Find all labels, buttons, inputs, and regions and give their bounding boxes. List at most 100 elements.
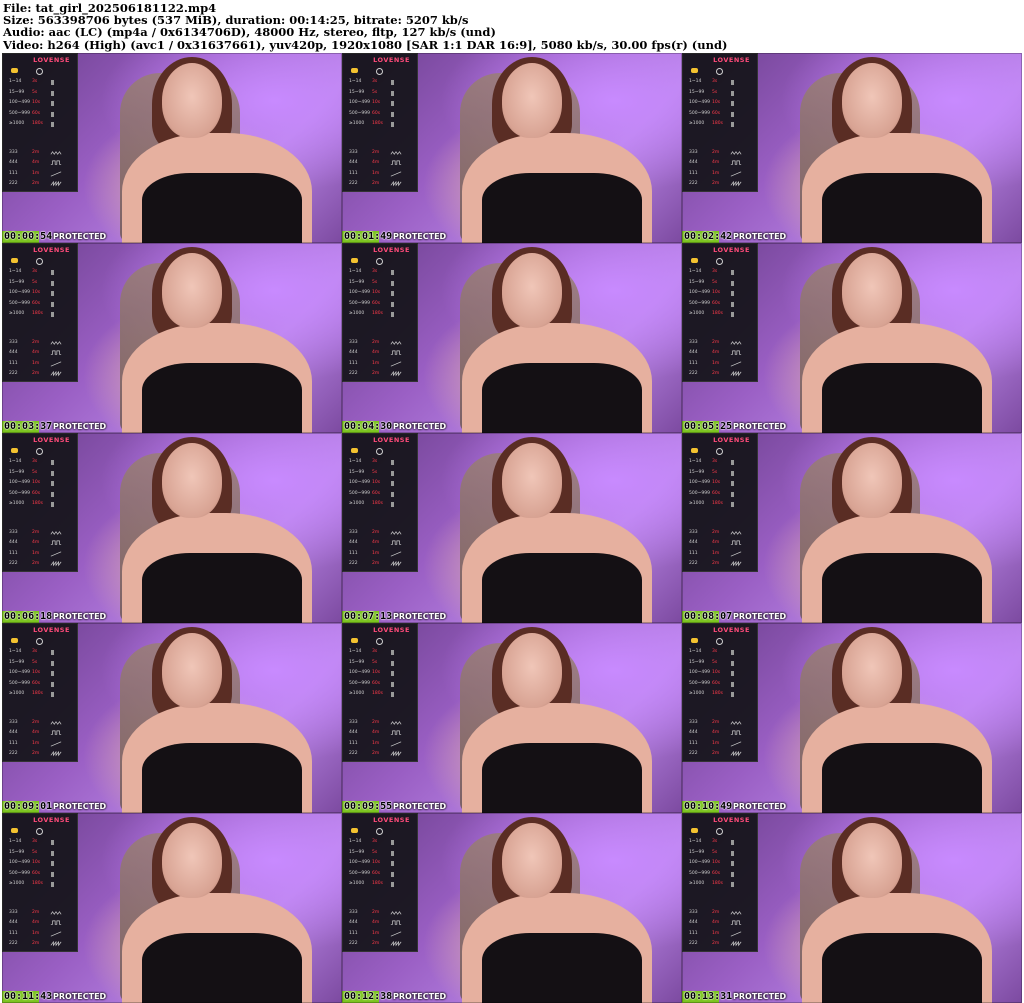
tokens-icon [351,448,358,453]
person-face [842,63,902,138]
lovense-brand: LOVENSE [33,626,70,634]
tip-range: 500~999 [349,110,370,116]
tip-tier-row: 500~999 60s [7,489,74,500]
video-thumbnail[interactable]: LOVENSE 1~14 3s 15~99 5s 100~499 10s 500~999 60s… [342,623,682,813]
pattern-code: 222 [9,181,18,186]
tip-duration: 180s [372,311,383,316]
tip-tier-row: 100~499 10s [347,858,414,869]
person-top [482,933,642,1003]
tip-tier-row: 100~499 10s [687,478,754,489]
tip-tier-row: 1~14 3s [7,457,74,468]
overlay-spacer [347,130,414,148]
video-thumbnail[interactable]: LOVENSE 1~14 3s 15~99 5s 100~499 10s 500~999 60s… [342,53,682,243]
vibration-level-icon [51,671,54,676]
tip-duration: 180s [32,501,43,506]
video-thumbnail[interactable]: LOVENSE 1~14 3s 15~99 5s 100~499 10s 500~999 60s… [342,813,682,1003]
pattern-row: 333 2m [347,908,414,919]
pattern-row: 111 1m [347,739,414,750]
tip-duration: 5s [712,469,718,475]
protected-watermark: PROTECTED [733,992,787,1001]
pattern-code: 444 [9,920,18,925]
tip-duration: 180s [32,311,43,316]
video-thumbnail[interactable]: LOVENSE 1~14 3s 15~99 5s 100~499 10s 500~999 60s… [2,433,342,623]
pattern-row: 222 2m [687,179,754,190]
vibration-level-icon [731,491,734,497]
pattern-code: 222 [689,751,698,756]
tip-tier-row: 100~499 10s [7,288,74,299]
lovense-brand: LOVENSE [373,626,410,634]
tip-range: ≥1000 [9,121,25,126]
vibration-level-icon [391,122,394,127]
tip-duration: 10s [372,290,381,295]
tip-tier-row: 100~499 10s [687,288,754,299]
pattern-code: 222 [689,181,698,186]
pattern-duration: 4m [372,920,380,925]
tip-tier-row: 1~14 3s [687,647,754,658]
overlay-spacer [7,320,74,338]
pattern-row: 444 4m [7,348,74,359]
tip-duration: 180s [32,881,43,886]
tip-tier-row: 15~99 5s [347,88,414,99]
video-thumbnail[interactable]: LOVENSE 1~14 3s 15~99 5s 100~499 10s 500~999 60s… [2,623,342,813]
vibration-level-icon [391,481,394,486]
pattern-code: 111 [349,740,358,746]
tip-tier-row: 15~99 5s [347,658,414,669]
video-thumbnail[interactable]: LOVENSE 1~14 3s 15~99 5s 100~499 10s 500~999 60s… [682,53,1022,243]
clock-icon [376,448,383,455]
tip-duration: 3s [372,459,378,464]
overlay-spacer [687,700,754,718]
video-thumbnail[interactable]: LOVENSE 1~14 3s 15~99 5s 100~499 10s 500~999 60s… [2,813,342,1003]
video-thumbnail[interactable]: LOVENSE 1~14 3s 15~99 5s 100~499 10s 500~999 60s… [2,243,342,433]
pattern-code: 333 [9,149,18,155]
pattern-duration: 2m [32,909,40,915]
tip-tier-row: ≥1000 180s [7,689,74,700]
tip-duration: 3s [372,839,378,844]
tokens-icon [351,68,358,73]
tip-duration: 10s [372,100,381,105]
vibration-level-icon [731,650,734,655]
pattern-code: 333 [9,719,18,725]
vibration-level-icon [51,270,54,275]
tip-range: 100~499 [689,670,710,675]
video-thumbnail[interactable]: LOVENSE 1~14 3s 15~99 5s 100~499 10s 500~999 60s… [342,243,682,433]
video-thumbnail[interactable]: LOVENSE 1~14 3s 15~99 5s 100~499 10s 500~999 60s… [682,243,1022,433]
video-thumbnail[interactable]: LOVENSE 1~14 3s 15~99 5s 100~499 10s 500~999 60s… [2,53,342,243]
lovense-overlay: LOVENSE 1~14 3s 15~99 5s 100~499 10s 500~999 60s… [2,623,78,762]
person-top [822,743,982,813]
vibration-level-icon [51,90,54,96]
pattern-row: 333 2m [7,338,74,349]
tokens-icon [691,258,698,263]
person-top [822,173,982,243]
tip-range: ≥1000 [689,311,705,316]
tip-range: ≥1000 [349,501,365,506]
pattern-code: 333 [689,529,698,535]
wave-pattern-icon [390,730,402,735]
file-info-header: File: tat_girl_202506181122.mp4 Size: 56… [0,0,1024,52]
video-thumbnail[interactable]: LOVENSE 1~14 3s 15~99 5s 100~499 10s 500~999 60s… [682,433,1022,623]
video-thumbnail[interactable]: LOVENSE 1~14 3s 15~99 5s 100~499 10s 500~999 60s… [682,623,1022,813]
pattern-duration: 1m [32,740,40,746]
pattern-code: 444 [349,920,358,925]
pattern-code: 333 [349,719,358,725]
video-thumbnail[interactable]: LOVENSE 1~14 3s 15~99 5s 100~499 10s 500~999 60s… [342,433,682,623]
tip-range: ≥1000 [689,881,705,886]
tip-tier-row: 15~99 5s [687,88,754,99]
tip-duration: 5s [372,89,378,95]
vibration-level-icon [391,470,394,476]
wave-pattern-icon [730,160,742,165]
pattern-code: 111 [349,170,358,176]
wave-pattern-icon [390,910,402,915]
clock-icon [36,828,43,835]
pattern-code: 222 [9,371,18,376]
pattern-duration: 2m [372,751,380,756]
vibration-level-icon [51,280,54,286]
tip-tier-row: 100~499 10s [687,668,754,679]
vibration-level-icon [731,111,734,117]
video-thumbnail[interactable]: LOVENSE 1~14 3s 15~99 5s 100~499 10s 500~999 60s… [682,813,1022,1003]
vibration-level-icon [731,481,734,486]
tip-tier-row: ≥1000 180s [7,119,74,130]
protected-watermark: PROTECTED [733,232,787,241]
tip-duration: 60s [32,110,41,116]
tip-tier-row: 1~14 3s [687,77,754,88]
vibration-level-icon [51,840,54,845]
